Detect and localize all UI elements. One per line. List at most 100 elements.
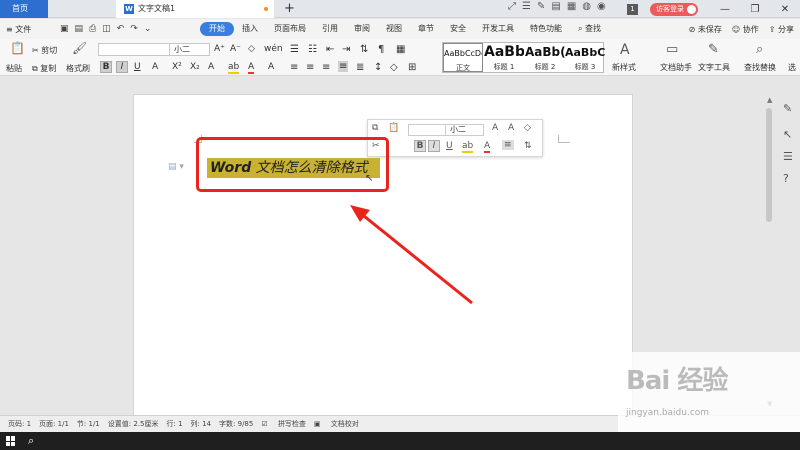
bold-button[interactable]: B [414,140,426,152]
highlight-button[interactable]: ab [462,141,474,153]
tab-features[interactable]: 特色功能 [522,22,570,36]
outline-icon[interactable]: ☰ [522,1,531,12]
shading-icon[interactable]: ◇ [390,62,398,73]
taskbar-search-icon[interactable]: ⌕ [28,434,34,448]
grow-font-icon[interactable]: A⁺ [214,44,225,54]
close-button[interactable]: ✕ [770,4,800,15]
show-marks-icon[interactable]: ¶ [378,44,384,55]
number-list-icon[interactable]: ☷ [308,44,317,55]
font-color-button[interactable]: A [248,62,255,74]
undo-icon[interactable]: ↶ [117,24,125,34]
print-preview-icon[interactable]: ◫ [102,24,111,34]
save-icon[interactable]: ▣ [60,24,69,34]
tab-chapter[interactable]: 章节 [410,22,442,36]
align-right-icon[interactable]: ≡ [322,62,330,73]
justify-icon[interactable]: ≡ [338,61,349,72]
paragraph-handle-icon[interactable]: ▤ ▾ [168,162,184,172]
font-name-select[interactable]: 小二 [98,43,210,56]
text-effect-button[interactable]: A [208,62,214,72]
pointer-icon[interactable]: ↖ [783,128,792,141]
highlight-button[interactable]: ab [228,62,240,74]
menu-search[interactable]: ⌕ 查找 [570,22,609,36]
char-border-button[interactable]: A [268,62,274,72]
shrink-font-icon[interactable]: A⁻ [230,44,241,54]
new-style-icon[interactable]: A [620,42,630,58]
text-tools-icon[interactable]: ✎ [708,42,719,57]
scroll-up-icon[interactable]: ▲ [767,96,772,104]
page-view-icon[interactable]: ▤ [551,1,560,12]
new-style-button[interactable]: 新样式 [612,62,636,73]
clear-format-icon[interactable]: ◇ [524,123,531,133]
settings-sliders-icon[interactable]: ☰ [783,150,793,163]
underline-button[interactable]: U [134,62,141,72]
style-heading-3[interactable]: AaBbC 标题 3 [565,43,605,72]
windows-start-icon[interactable] [6,436,16,446]
table-icon[interactable]: ▦ [396,44,405,55]
distributed-icon[interactable]: ≣ [356,62,364,73]
line-spacing-icon[interactable]: ↕ [374,62,382,73]
format-painter-icon[interactable]: 🖌 [72,41,87,55]
style-normal[interactable]: AaBbCcDd 正文 [443,43,483,72]
find-replace-icon[interactable]: ⌕ [756,42,763,57]
tab-start[interactable]: 开始 [200,22,234,36]
style-heading-1[interactable]: AaBb 标题 1 [484,43,524,72]
globe-icon[interactable]: ◍ [582,1,591,12]
doc-proof-button[interactable]: ▣ 文档校对 [314,419,359,429]
bullet-list-icon[interactable]: ☰ [290,44,299,55]
share-button[interactable]: ⇪ 分享 [769,24,794,35]
italic-button[interactable]: I [428,140,440,152]
read-mode-icon[interactable]: ✎ [537,1,545,12]
eye-icon[interactable]: ◉ [597,1,606,12]
outdent-icon[interactable]: ⇤ [326,44,334,55]
edit-icon[interactable]: ✎ [783,102,792,115]
collab-button[interactable]: ☺ 协作 [732,24,759,35]
vertical-scrollbar[interactable] [766,108,772,222]
status-word-count[interactable]: 字数: 9/85 [219,419,253,429]
strikethrough-button[interactable]: A [152,62,158,72]
export-pdf-icon[interactable]: ▤ [75,24,84,34]
paste-button[interactable]: 粘贴 [6,63,22,74]
align-left-icon[interactable]: ≡ [290,62,298,73]
redo-icon[interactable]: ↷ [130,24,138,34]
paste-icon[interactable]: 📋 [388,123,399,133]
sort-icon[interactable]: ⇅ [360,44,368,55]
tab-view[interactable]: 视图 [378,22,410,36]
find-replace-button[interactable]: 查找替换 [744,62,776,73]
paste-icon[interactable]: 📋 [10,41,25,55]
window-count-badge[interactable]: 1 [627,3,638,15]
format-painter-button[interactable]: 格式刷 [66,63,90,74]
bold-button[interactable]: B [100,61,112,73]
tab-document[interactable]: W 文字文稿1 [116,0,274,18]
font-color-button[interactable]: A [484,141,491,153]
spell-check-button[interactable]: ☑ 拼写检查 [261,419,306,429]
doc-helper-button[interactable]: 文档助手 [660,62,692,73]
border-icon[interactable]: ⊞ [408,62,416,73]
font-size-select[interactable]: 小二 [169,44,209,55]
mini-font-size-select[interactable]: 小二 [445,125,483,135]
mini-font-select[interactable]: 小二 [408,124,484,136]
tab-insert[interactable]: 插入 [234,22,266,36]
clear-format-icon[interactable]: ◇ [248,44,255,54]
style-heading-2[interactable]: AaBb( 标题 2 [525,43,565,72]
doc-helper-icon[interactable]: ▭ [666,42,678,57]
pinyin-icon[interactable]: wén [264,44,283,54]
select-button[interactable]: 选 [788,62,796,73]
tab-home[interactable]: 首页 [0,0,48,18]
copy-icon[interactable]: ⧉ [372,123,378,133]
copy-button[interactable]: ⧉ 复制 [32,63,56,74]
indent-icon[interactable]: ⇥ [342,44,350,55]
more-icon[interactable]: ⌄ [144,24,152,34]
tab-review[interactable]: 审阅 [346,22,378,36]
superscript-button[interactable]: X² [172,62,182,72]
subscript-button[interactable]: X₂ [190,62,200,72]
new-tab-button[interactable]: + [284,0,295,18]
text-tools-button[interactable]: 文字工具 [698,62,730,73]
cut-button[interactable]: ✂ 剪切 [32,45,57,56]
unsaved-status[interactable]: ⊘ 未保存 [689,24,722,35]
file-menu[interactable]: ≡ 文件 [6,24,54,35]
visitor-login-button[interactable]: 访客登录 [650,2,698,16]
tab-developer[interactable]: 开发工具 [474,22,522,36]
line-spacing-icon[interactable]: ⇅ [524,141,532,151]
tab-references[interactable]: 引用 [314,22,346,36]
tab-page-layout[interactable]: 页面布局 [266,22,314,36]
